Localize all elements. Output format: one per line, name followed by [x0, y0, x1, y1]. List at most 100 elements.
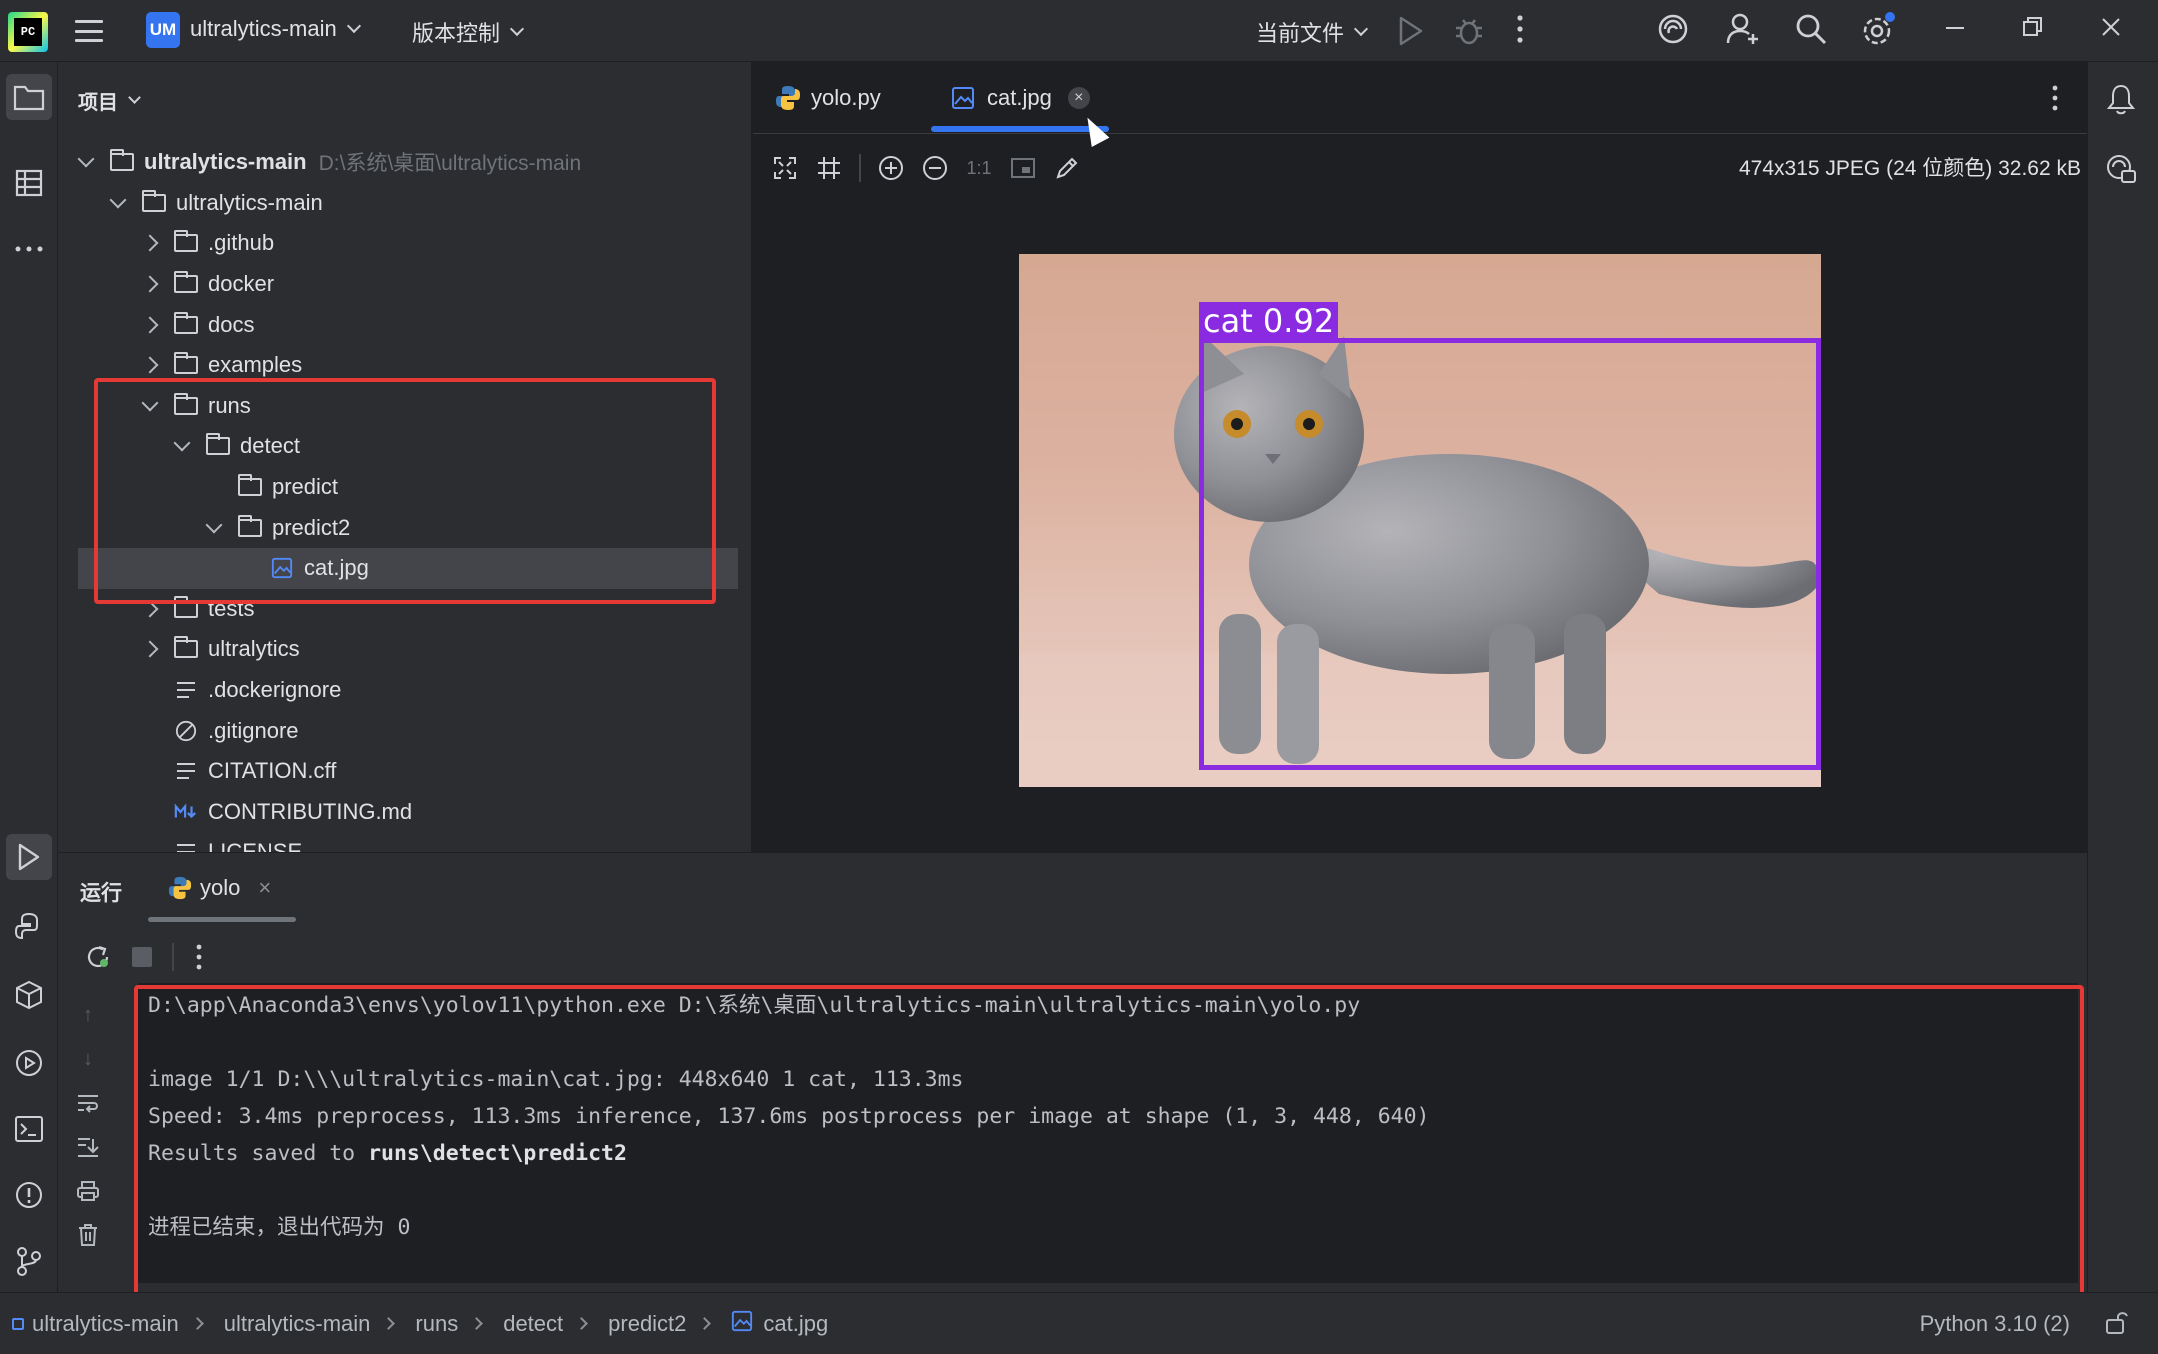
run-tool-icon[interactable]	[6, 834, 52, 880]
folder-icon	[110, 149, 134, 172]
debug-icon[interactable]	[1454, 16, 1484, 46]
project-panel-header[interactable]: 项目	[78, 86, 141, 115]
rerun-icon[interactable]	[78, 937, 118, 977]
scroll-to-end-icon[interactable]	[66, 1125, 110, 1169]
more-vertical-icon[interactable]	[1516, 14, 1524, 44]
zoom-out-icon[interactable]	[913, 146, 957, 190]
pycharm-logo-icon[interactable]: PC	[8, 12, 48, 52]
more-vertical-icon[interactable]	[184, 937, 214, 977]
tree-item[interactable]: ultralytics-main D:\系统\桌面\ultralytics-mai…	[58, 142, 738, 183]
run-toolbar	[78, 937, 214, 977]
run-config-label: 当前文件	[1256, 21, 1345, 46]
chevron-right-icon[interactable]	[141, 356, 159, 374]
project-folder-icon[interactable]	[6, 74, 52, 120]
tree-item[interactable]: .gitignore	[58, 710, 738, 751]
grid-icon[interactable]	[807, 146, 851, 190]
tree-item[interactable]: docs	[58, 304, 738, 345]
structure-icon[interactable]	[6, 160, 52, 206]
scroll-down-icon[interactable]: ↓	[66, 1037, 110, 1081]
breadcrumb-item[interactable]: ultralytics-main	[224, 1311, 371, 1337]
tree-item[interactable]: LICENSE	[58, 832, 738, 852]
gear-icon[interactable]	[1860, 12, 1896, 48]
chevron-down-icon[interactable]	[77, 150, 95, 168]
status-bar: ultralytics-main ultralytics-main runs dete…	[0, 1292, 2158, 1354]
folder-icon	[174, 636, 198, 659]
restore-icon[interactable]	[2022, 12, 2044, 42]
close-run-tab-icon[interactable]: ×	[258, 875, 271, 901]
breadcrumb-item[interactable]: runs	[415, 1311, 458, 1337]
run-side-toolbar: ↑ ↓	[66, 993, 110, 1257]
project-switcher[interactable]: ultralytics-main	[190, 16, 361, 42]
search-icon[interactable]	[1794, 12, 1828, 46]
breadcrumb-item[interactable]: cat.jpg	[763, 1311, 828, 1337]
tree-item[interactable]: CONTRIBUTING.md	[58, 792, 738, 833]
tree-item[interactable]: ultralytics	[58, 629, 738, 670]
stop-icon[interactable]	[122, 937, 162, 977]
run-config-selector[interactable]: 当前文件	[1256, 16, 1369, 48]
text-file-icon	[174, 760, 198, 782]
clear-trash-icon[interactable]	[66, 1213, 110, 1257]
tree-item[interactable]: .github	[58, 223, 738, 264]
terminal-icon[interactable]	[6, 1106, 52, 1152]
ai-assistant-icon[interactable]	[1656, 12, 1690, 46]
project-name: ultralytics-main	[190, 16, 337, 41]
chevron-right-icon[interactable]	[141, 234, 159, 252]
soft-wrap-icon[interactable]	[66, 1081, 110, 1125]
module-icon	[12, 1317, 24, 1330]
minimize-icon[interactable]	[1944, 12, 1966, 42]
tree-item[interactable]: docker	[58, 264, 738, 305]
breadcrumb-item[interactable]: predict2	[608, 1311, 686, 1337]
fit-zoom-icon[interactable]	[1001, 146, 1045, 190]
scroll-up-icon[interactable]: ↑	[66, 993, 110, 1037]
image-icon	[731, 1310, 753, 1338]
markdown-icon	[174, 801, 198, 823]
run-tab-yolo[interactable]: yolo ×	[168, 875, 271, 901]
problems-icon[interactable]	[6, 1172, 52, 1218]
zoom-in-icon[interactable]	[869, 146, 913, 190]
tree-item-label: ultralytics-main	[144, 149, 307, 175]
add-user-icon[interactable]	[1726, 12, 1760, 46]
chevron-down-icon[interactable]	[109, 191, 127, 209]
breadcrumb-item[interactable]: ultralytics-main	[32, 1311, 179, 1337]
fit-to-window-icon[interactable]	[763, 146, 807, 190]
print-icon[interactable]	[66, 1169, 110, 1213]
tree-item[interactable]: CITATION.cff	[58, 751, 738, 792]
run-icon[interactable]	[1398, 16, 1424, 46]
close-window-icon[interactable]	[2100, 12, 2122, 42]
run-tab-label: yolo	[200, 875, 241, 900]
chevron-right-icon[interactable]	[141, 316, 159, 334]
tree-item[interactable]: ultralytics-main	[58, 183, 738, 224]
chevron-right-icon[interactable]	[141, 275, 159, 293]
git-branch-icon[interactable]	[6, 1238, 52, 1284]
breadcrumb-item[interactable]: detect	[503, 1311, 563, 1337]
run-tab-indicator	[148, 917, 296, 922]
tabs-more-icon[interactable]	[2051, 62, 2059, 134]
python-console-icon[interactable]	[6, 904, 52, 950]
vcs-menu[interactable]: 版本控制	[412, 16, 525, 48]
run-panel: 运行 yolo × ↑ ↓ D:\app\Anaconda3\envs\yolo…	[58, 852, 2087, 1297]
python-packages-icon[interactable]	[6, 972, 52, 1018]
more-horizontal-icon[interactable]	[6, 226, 52, 272]
edit-image-icon[interactable]	[1045, 146, 1089, 190]
tree-item-label: LICENSE	[208, 839, 303, 852]
ignore-file-icon	[174, 720, 198, 742]
tab-cat-jpg[interactable]: cat.jpg ×	[951, 62, 1090, 134]
notifications-icon[interactable]	[2098, 76, 2144, 122]
tree-item-label: CONTRIBUTING.md	[208, 798, 413, 824]
close-tab-icon[interactable]: ×	[1067, 87, 1090, 109]
tab-yolo-py[interactable]: yolo.py	[775, 62, 881, 134]
chevron-right-icon	[575, 1317, 589, 1330]
chevron-down-icon	[346, 18, 361, 34]
image-toolbar: 1:1	[763, 146, 1089, 190]
interpreter-selector[interactable]: Python 3.10 (2)	[1920, 1311, 2070, 1337]
chevron-right-icon[interactable]	[141, 640, 159, 658]
ai-chat-icon[interactable]	[2098, 146, 2144, 192]
services-icon[interactable]	[6, 1040, 52, 1086]
main-menu-icon[interactable]	[72, 14, 106, 48]
actual-size-button[interactable]: 1:1	[957, 146, 1001, 190]
readonly-lock-icon[interactable]	[2104, 1309, 2128, 1341]
project-badge[interactable]: UM	[146, 12, 180, 48]
text-file-icon	[174, 679, 198, 701]
tree-item[interactable]: .dockerignore	[58, 670, 738, 711]
tree-item-label: examples	[208, 352, 303, 378]
